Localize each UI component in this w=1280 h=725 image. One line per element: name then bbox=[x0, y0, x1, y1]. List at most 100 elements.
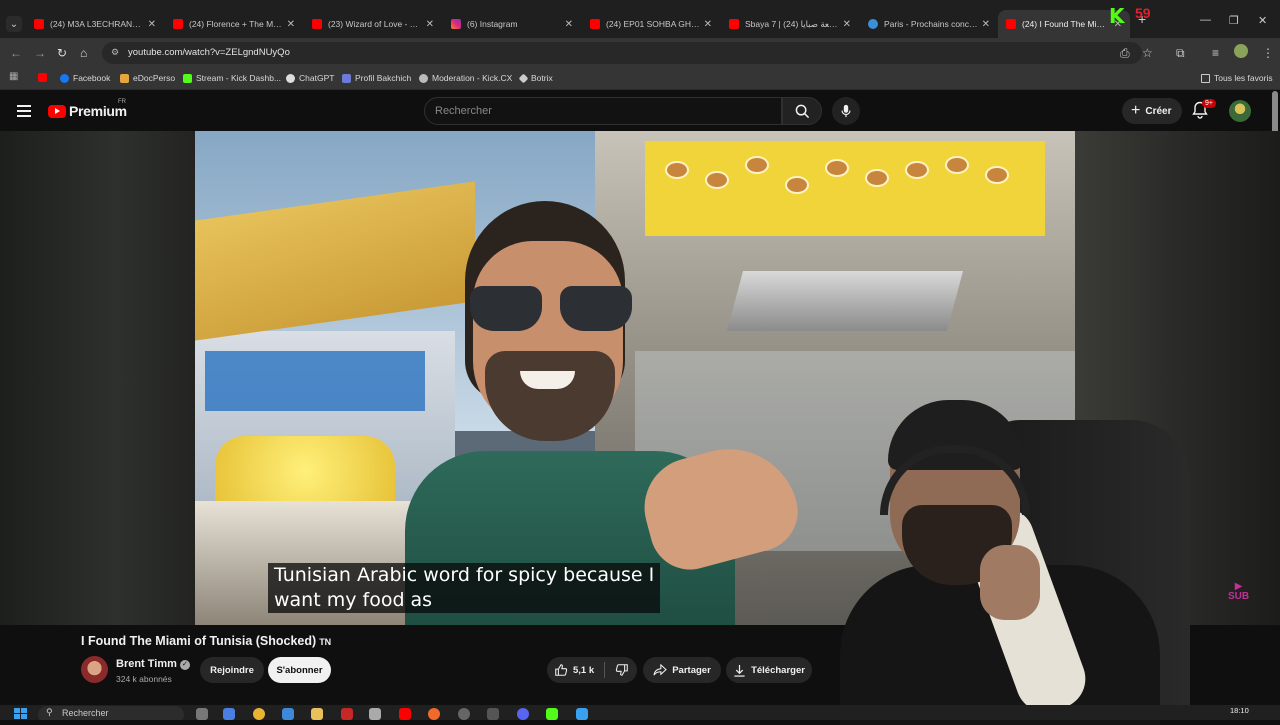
home-icon[interactable]: ⌂ bbox=[80, 46, 87, 60]
dislike-button[interactable] bbox=[609, 657, 635, 683]
globe-favicon-icon bbox=[868, 19, 878, 29]
back-icon[interactable]: ← bbox=[10, 46, 22, 60]
close-tab-icon[interactable]: ✕ bbox=[287, 19, 295, 30]
thumbs-down-icon bbox=[615, 664, 628, 676]
download-label: Télécharger bbox=[751, 664, 805, 676]
all-bookmarks[interactable]: Tous les favoris bbox=[1201, 73, 1273, 83]
account-avatar[interactable] bbox=[1229, 100, 1251, 122]
tab-search-menu-icon[interactable]: ⌄ bbox=[6, 16, 22, 32]
restore-icon[interactable]: ❐ bbox=[1229, 14, 1239, 27]
profile-avatar[interactable] bbox=[1234, 44, 1248, 58]
create-label: Créer bbox=[1145, 105, 1172, 117]
create-button[interactable]: + Créer bbox=[1122, 98, 1183, 124]
close-window-icon[interactable]: ✕ bbox=[1258, 14, 1267, 27]
copilot-icon[interactable] bbox=[223, 708, 235, 720]
forward-icon[interactable]: → bbox=[34, 46, 46, 60]
thumbs-up-icon bbox=[555, 664, 568, 676]
browser-tab[interactable]: (24) M3A L3ECHRANE (Re ✕ bbox=[26, 10, 164, 38]
youtube-premium-logo[interactable]: Premium FR bbox=[48, 99, 127, 119]
app-blue-icon[interactable] bbox=[576, 708, 588, 720]
streamer-webcam-overlay bbox=[820, 385, 1200, 725]
bookmark-bakchich[interactable]: Profil Bakchich bbox=[342, 73, 411, 83]
botrix-icon bbox=[518, 73, 529, 83]
bookmark-edocperso[interactable]: eDocPerso bbox=[120, 73, 175, 83]
file-explorer-icon[interactable] bbox=[311, 708, 323, 720]
site-info-icon[interactable]: ⚙ bbox=[111, 47, 119, 58]
bookmark-botrix[interactable]: Botrix bbox=[518, 73, 553, 83]
close-tab-icon[interactable]: ✕ bbox=[565, 19, 573, 30]
extensions-icon[interactable]: ⧉ bbox=[1176, 46, 1185, 61]
app-gray-icon[interactable] bbox=[369, 708, 381, 720]
tab-label: (23) Wizard of Love - You bbox=[328, 19, 422, 29]
tab-label: (24) M3A L3ECHRANE (Re bbox=[50, 19, 144, 29]
youtube-header: Premium FR + Créer 9+ bbox=[0, 91, 1280, 131]
channel-name[interactable]: Brent Timm ✓ bbox=[116, 658, 190, 670]
install-app-icon[interactable]: ⎙ bbox=[1120, 46, 1130, 61]
kick-icon bbox=[183, 73, 192, 83]
flag-emoji: TN bbox=[319, 637, 332, 647]
join-button[interactable]: Rejoindre bbox=[200, 657, 264, 683]
tab-label: Sbaya 7 | سبعة صبايا (24) bbox=[745, 18, 839, 29]
share-button[interactable]: Partager bbox=[643, 657, 721, 683]
close-tab-icon[interactable]: ✕ bbox=[148, 19, 156, 30]
bookmark-label: Profil Bakchich bbox=[355, 73, 412, 83]
kick-taskbar-icon[interactable] bbox=[546, 708, 558, 720]
browser-menu-icon[interactable]: ⋮ bbox=[1262, 46, 1274, 60]
subscriber-count: 324 k abonnés bbox=[116, 674, 172, 684]
browser-tab[interactable]: (23) Wizard of Love - You ✕ bbox=[304, 10, 442, 38]
channel-avatar[interactable] bbox=[81, 656, 108, 683]
minimize-icon[interactable]: — bbox=[1200, 14, 1211, 26]
app-orange-icon[interactable] bbox=[428, 708, 440, 720]
bookmark-kick-dashboard[interactable]: Stream - Kick Dashb... bbox=[183, 73, 281, 83]
close-tab-icon[interactable]: ✕ bbox=[426, 19, 434, 30]
store-icon[interactable] bbox=[282, 708, 294, 720]
bookmark-chatgpt[interactable]: ChatGPT bbox=[286, 73, 334, 83]
address-bar-row: ← → ↻ ⌂ ⚙ youtube.com/watch?v=ZELgndNUyQ… bbox=[0, 38, 1280, 68]
search-input[interactable] bbox=[425, 98, 781, 124]
like-button[interactable]: 5,1 k bbox=[547, 657, 603, 683]
browser-tab[interactable]: Paris - Prochains concerts ✕ bbox=[860, 10, 998, 38]
search-button[interactable] bbox=[782, 97, 822, 125]
brand-text: Premium bbox=[69, 103, 127, 119]
browser-tab[interactable]: (24) EP01 SOHBA GHIR D ✕ bbox=[582, 10, 720, 38]
menu-icon[interactable] bbox=[17, 105, 31, 117]
discord-icon[interactable] bbox=[517, 708, 529, 720]
voice-search-button[interactable] bbox=[832, 97, 860, 125]
download-button[interactable]: Télécharger bbox=[726, 657, 812, 683]
media-control-icon[interactable]: ≡ bbox=[1212, 46, 1219, 60]
windows-start-icon[interactable] bbox=[14, 708, 28, 720]
app-red-icon[interactable] bbox=[341, 708, 353, 720]
gear-icon bbox=[419, 73, 428, 83]
app-settings-icon[interactable] bbox=[458, 708, 470, 720]
browser-tab[interactable]: (6) Instagram ✕ bbox=[443, 10, 581, 38]
subtitle-caption: Tunisian Arabic word for spicy because I… bbox=[268, 563, 661, 613]
close-tab-icon[interactable]: ✕ bbox=[982, 19, 990, 30]
kick-logo-icon: K bbox=[1109, 4, 1125, 28]
youtube-favicon-icon bbox=[1006, 19, 1016, 29]
browser-tab-strip: ⌄ (24) M3A L3ECHRANE (Re ✕ (24) Florence… bbox=[0, 0, 1280, 38]
close-tab-icon[interactable]: ✕ bbox=[843, 19, 851, 30]
bookmark-youtube[interactable] bbox=[38, 73, 51, 82]
browser-tab[interactable]: Sbaya 7 | سبعة صبايا (24) ✕ bbox=[721, 10, 859, 38]
taskbar-search-label: Rechercher bbox=[62, 708, 109, 718]
search-box[interactable] bbox=[424, 97, 782, 125]
app-dark-icon[interactable] bbox=[487, 708, 499, 720]
subscribe-button[interactable]: S'abonner bbox=[268, 657, 331, 683]
caption-line: want my food as bbox=[274, 589, 433, 611]
browser-tab[interactable]: (24) Florence + The Mach ✕ bbox=[165, 10, 303, 38]
chrome-icon[interactable] bbox=[253, 708, 265, 720]
instagram-favicon-icon bbox=[451, 19, 461, 29]
bookmark-label: Facebook bbox=[73, 73, 111, 83]
bookmark-moderation[interactable]: Moderation - Kick.CX bbox=[419, 73, 512, 83]
reload-icon[interactable]: ↻ bbox=[57, 46, 67, 60]
taskbar-search[interactable]: ⚲ Rechercher bbox=[38, 706, 184, 720]
youtube-taskbar-icon[interactable] bbox=[399, 708, 411, 720]
bookmark-facebook[interactable]: Facebook bbox=[60, 73, 110, 83]
notification-badge: 9+ bbox=[1202, 99, 1216, 108]
task-view-icon[interactable] bbox=[196, 708, 208, 720]
edoc-icon bbox=[120, 73, 129, 83]
apps-grid-icon[interactable]: ▦ bbox=[9, 71, 18, 82]
close-tab-icon[interactable]: ✕ bbox=[704, 19, 712, 30]
bookmark-star-icon[interactable]: ☆ bbox=[1142, 46, 1153, 60]
url-field[interactable]: ⚙ youtube.com/watch?v=ZELgndNUyQo bbox=[102, 42, 1142, 64]
